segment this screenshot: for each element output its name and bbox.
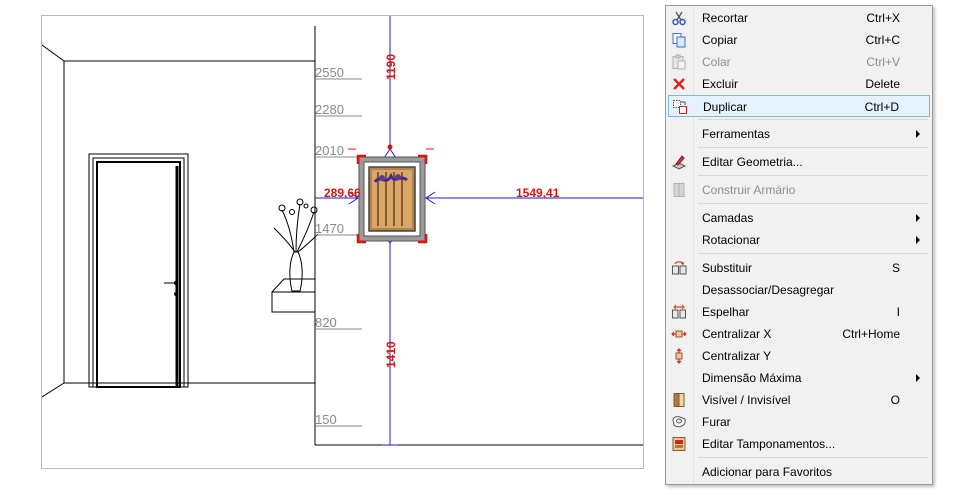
context-menu: Recortar Ctrl+X Copiar Ctrl+C Colar Ctrl…	[665, 5, 933, 485]
menu-item-espelhar[interactable]: Espelhar I	[668, 301, 930, 323]
center-y-icon	[675, 348, 683, 364]
menu-item-shortcut: Ctrl+V	[866, 55, 900, 69]
menu-item-shortcut: Ctrl+D	[864, 100, 899, 114]
menu-separator	[698, 119, 928, 120]
duplicate-icon	[673, 100, 687, 114]
menu-item-label: Recortar	[702, 11, 749, 25]
dimension-top-value[interactable]: 1190	[384, 54, 398, 80]
menu-separator	[698, 203, 928, 204]
menu-item-label: Copiar	[702, 33, 738, 47]
height-label-150: 150	[315, 412, 337, 427]
paste-icon	[672, 54, 686, 70]
menu-item-label: Duplicar	[703, 100, 748, 114]
menu-item-editar-tamponamentos[interactable]: Editar Tamponamentos...	[668, 433, 930, 455]
mirror-icon	[672, 304, 686, 319]
menu-item-centralizar-x[interactable]: Centralizar X Ctrl+Home	[668, 323, 930, 345]
menu-item-copiar[interactable]: Copiar Ctrl+C	[668, 29, 930, 51]
menu-item-duplicar[interactable]: Duplicar Ctrl+D	[668, 95, 930, 117]
height-label-2010: 2010	[315, 143, 344, 158]
cabinet-icon	[673, 183, 685, 197]
menu-item-label: Adicionar para Favoritos	[702, 465, 833, 479]
menu-item-shortcut: Ctrl+X	[866, 11, 900, 25]
menu-item-shortcut: O	[890, 393, 900, 407]
height-ticks	[315, 78, 362, 427]
center-x-icon	[671, 330, 687, 338]
menu-item-shortcut: Delete	[865, 77, 900, 91]
replace-icon	[672, 261, 687, 275]
menu-item-substituir[interactable]: Substituir S	[668, 257, 930, 279]
menu-item-furar[interactable]: Furar	[668, 411, 930, 433]
menu-item-label: Centralizar X	[702, 327, 772, 341]
menu-item-label: Rotacionar	[702, 233, 761, 247]
submenu-arrow-icon	[916, 236, 920, 244]
menu-item-colar[interactable]: Colar Ctrl+V	[668, 51, 930, 73]
drill-icon	[672, 416, 686, 428]
menu-item-label: Construir Armário	[702, 183, 796, 197]
menu-separator	[698, 175, 928, 176]
menu-item-rotacionar[interactable]: Rotacionar	[668, 229, 930, 251]
panels-icon	[672, 437, 686, 451]
menu-item-ferramentas[interactable]: Ferramentas	[668, 123, 930, 145]
delete-icon	[673, 78, 685, 90]
vase-with-flowers	[273, 198, 319, 292]
menu-item-label: Editar Geometria...	[702, 155, 803, 169]
submenu-arrow-icon	[916, 214, 920, 222]
submenu-arrow-icon	[916, 374, 920, 382]
height-label-1470: 1470	[315, 221, 344, 236]
floor-edge-left	[42, 382, 65, 398]
menu-separator	[698, 457, 928, 458]
height-label-2280: 2280	[315, 102, 344, 117]
menu-item-label: Excluir	[702, 77, 739, 91]
menu-item-shortcut: Ctrl+C	[865, 33, 900, 47]
menu-item-label: Substituir	[702, 261, 753, 275]
dimension-right-value[interactable]: 1549,41	[516, 186, 560, 200]
menu-item-label: Colar	[702, 55, 731, 69]
menu-item-desassociar[interactable]: Desassociar/Desagregar	[668, 279, 930, 301]
edit-geometry-icon	[671, 155, 687, 170]
dimension-bottom-value[interactable]: 1410	[384, 341, 398, 368]
menu-item-shortcut: Ctrl+Home	[842, 327, 900, 341]
menu-item-camadas[interactable]: Camadas	[668, 207, 930, 229]
menu-item-label: Furar	[702, 415, 731, 429]
dimension-left-value[interactable]: 289,66	[324, 186, 361, 200]
menu-item-adicionar-favoritos[interactable]: Adicionar para Favoritos	[668, 461, 930, 483]
door	[88, 153, 189, 388]
menu-separator	[698, 147, 928, 148]
height-label-2550: 2550	[315, 65, 344, 80]
scissors-icon	[672, 11, 686, 26]
menu-item-recortar[interactable]: Recortar Ctrl+X	[668, 7, 930, 29]
menu-item-construir-armario[interactable]: Construir Armário	[668, 179, 930, 201]
menu-item-label: Ferramentas	[702, 127, 771, 141]
copy-icon	[672, 33, 686, 48]
menu-item-editar-geometria[interactable]: Editar Geometria...	[668, 151, 930, 173]
height-label-820: 820	[315, 315, 337, 330]
menu-separator	[698, 253, 928, 254]
menu-item-label: Visível / Invisível	[702, 393, 791, 407]
menu-item-dimensao-maxima[interactable]: Dimensão Máxima	[668, 367, 930, 389]
menu-item-label: Dimensão Máxima	[702, 371, 802, 385]
menu-item-label: Espelhar	[702, 305, 750, 319]
menu-item-label: Editar Tamponamentos...	[702, 437, 836, 451]
menu-item-centralizar-y[interactable]: Centralizar Y	[668, 345, 930, 367]
submenu-arrow-icon	[916, 130, 920, 138]
menu-item-label: Camadas	[702, 211, 754, 225]
shelf	[271, 278, 316, 313]
menu-item-label: Desassociar/Desagregar	[702, 283, 835, 297]
menu-item-visivel-invisivel[interactable]: Visível / Invisível O	[668, 389, 930, 411]
menu-item-shortcut: S	[891, 261, 900, 275]
ceiling-edge-left	[42, 44, 65, 62]
menu-item-label: Centralizar Y	[702, 349, 772, 363]
drawing-viewport[interactable]: 2550 2280 2010 1470 820 150 1190 1410 28…	[41, 15, 644, 469]
elevation-drawing[interactable]: 2550 2280 2010 1470 820 150 1190 1410 28…	[42, 16, 644, 469]
menu-item-excluir[interactable]: Excluir Delete	[668, 73, 930, 95]
menu-item-shortcut: I	[896, 305, 900, 319]
visibility-icon	[673, 393, 685, 407]
selected-picture-frame[interactable]	[348, 144, 434, 244]
